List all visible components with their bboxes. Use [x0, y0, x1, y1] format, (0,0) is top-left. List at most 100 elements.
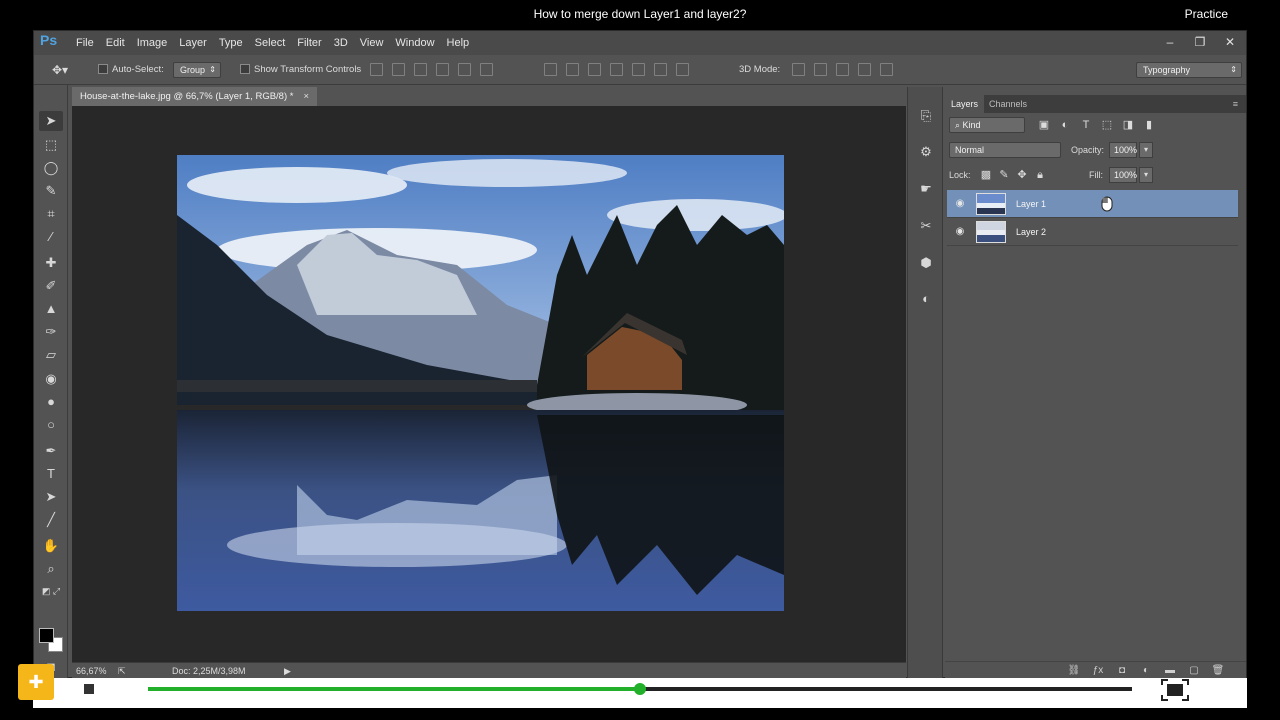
- opacity-input[interactable]: 100%: [1109, 142, 1137, 158]
- lock-transparent-icon[interactable]: ▩: [979, 168, 993, 182]
- type-tool-icon[interactable]: T: [39, 464, 63, 484]
- distribute-hcenter-icon[interactable]: [632, 63, 645, 76]
- close-tab-icon[interactable]: ×: [303, 91, 309, 102]
- restore-button[interactable]: ❐: [1192, 31, 1208, 55]
- status-menu-arrow-icon[interactable]: ▶: [284, 663, 291, 679]
- stop-icon[interactable]: [84, 684, 94, 694]
- blur-tool-icon[interactable]: ●: [39, 392, 63, 412]
- show-transform-checkbox[interactable]: Show Transform Controls: [240, 55, 361, 85]
- layer-style-fx-icon[interactable]: ƒx: [1091, 664, 1105, 678]
- scale-3d-icon[interactable]: [880, 63, 893, 76]
- distribute-left-icon[interactable]: [610, 63, 623, 76]
- new-group-icon[interactable]: ▬: [1163, 664, 1177, 678]
- slide-3d-icon[interactable]: [858, 63, 871, 76]
- filter-shape-icon[interactable]: ⬚: [1100, 118, 1114, 132]
- distribute-top-icon[interactable]: [544, 63, 557, 76]
- properties-panel-icon[interactable]: ⚙: [917, 143, 935, 161]
- rotate-3d-icon[interactable]: [792, 63, 805, 76]
- foreground-color-swatch[interactable]: [39, 628, 54, 643]
- menu-edit[interactable]: Edit: [106, 31, 133, 55]
- layer-name[interactable]: Layer 2: [1016, 218, 1046, 246]
- move-tool-preset-icon[interactable]: ✥▾: [52, 55, 68, 85]
- distribute-right-icon[interactable]: [654, 63, 667, 76]
- align-right-icon[interactable]: [480, 63, 493, 76]
- layer-row-layer-2[interactable]: ◉ Layer 2: [947, 218, 1238, 246]
- minimize-button[interactable]: –: [1162, 31, 1178, 55]
- layer-row-layer-1[interactable]: ◉ Layer 1: [947, 190, 1238, 218]
- tab-channels[interactable]: Channels: [983, 95, 1033, 113]
- align-bottom-icon[interactable]: [414, 63, 427, 76]
- hint-button[interactable]: ✚: [18, 664, 54, 700]
- pen-tool-icon[interactable]: ✒: [39, 441, 63, 461]
- visibility-eye-icon[interactable]: ◉: [953, 225, 967, 239]
- align-top-icon[interactable]: [370, 63, 383, 76]
- document-tab[interactable]: House-at-the-lake.jpg @ 66,7% (Layer 1, …: [72, 87, 318, 106]
- roll-3d-icon[interactable]: [814, 63, 827, 76]
- lock-all-icon[interactable]: 🔒︎: [1033, 168, 1047, 182]
- add-mask-icon[interactable]: ◘: [1115, 664, 1129, 678]
- quick-select-tool-icon[interactable]: ✎: [39, 181, 63, 201]
- fullscreen-icon[interactable]: [1160, 678, 1190, 702]
- menu-image[interactable]: Image: [137, 31, 176, 55]
- tool-presets-panel-icon[interactable]: ✂: [917, 217, 935, 235]
- tab-layers[interactable]: Layers: [945, 95, 985, 113]
- export-icon[interactable]: ⇱: [118, 663, 126, 679]
- fill-chevron-icon[interactable]: ▾: [1139, 167, 1153, 183]
- lock-position-icon[interactable]: ✥: [1015, 168, 1029, 182]
- eraser-tool-icon[interactable]: ▱: [39, 345, 63, 365]
- menu-layer[interactable]: Layer: [179, 31, 215, 55]
- path-select-tool-icon[interactable]: ➤: [39, 487, 63, 507]
- distribute-vcenter-icon[interactable]: [566, 63, 579, 76]
- menu-help[interactable]: Help: [447, 31, 478, 55]
- move-tool-icon[interactable]: ➤: [39, 111, 63, 131]
- filter-adjustment-icon[interactable]: ◐: [1058, 118, 1072, 132]
- marquee-tool-icon[interactable]: ⬚: [39, 135, 63, 155]
- link-layers-icon[interactable]: ⛓: [1067, 664, 1081, 678]
- crop-tool-icon[interactable]: ⌗: [39, 204, 63, 224]
- eyedropper-tool-icon[interactable]: ⁄: [39, 227, 63, 247]
- filter-smart-object-icon[interactable]: ◨: [1121, 118, 1135, 132]
- menu-3d[interactable]: 3D: [334, 31, 356, 55]
- workspace-dropdown[interactable]: Typography ⇕: [1136, 62, 1242, 78]
- panel-menu-icon[interactable]: ≡: [1227, 95, 1244, 113]
- paint-bucket-tool-icon[interactable]: ◉: [39, 369, 63, 389]
- progress-handle[interactable]: [634, 683, 646, 695]
- history-panel-icon[interactable]: ⎘: [917, 107, 935, 125]
- new-adjustment-icon[interactable]: ◐: [1139, 664, 1153, 678]
- menu-filter[interactable]: Filter: [297, 31, 329, 55]
- dodge-tool-icon[interactable]: ○: [39, 415, 63, 435]
- lasso-tool-icon[interactable]: ◯: [39, 158, 63, 178]
- blend-mode-dropdown[interactable]: Normal: [949, 142, 1061, 158]
- canvas-area[interactable]: [72, 106, 906, 662]
- new-layer-icon[interactable]: ▢: [1187, 664, 1201, 678]
- filter-toggle-icon[interactable]: ▮: [1142, 118, 1156, 132]
- layer-name[interactable]: Layer 1: [1016, 190, 1046, 218]
- menu-window[interactable]: Window: [395, 31, 442, 55]
- zoom-level[interactable]: 66,67%: [76, 663, 107, 679]
- brush-tool-icon[interactable]: ✐: [39, 276, 63, 296]
- opacity-chevron-icon[interactable]: ▾: [1139, 142, 1153, 158]
- hand-tool-icon[interactable]: ✋: [39, 536, 63, 556]
- line-tool-icon[interactable]: ╱: [39, 510, 63, 530]
- close-button[interactable]: ✕: [1222, 31, 1238, 55]
- filter-type-icon[interactable]: T: [1079, 118, 1093, 132]
- history-brush-tool-icon[interactable]: ✑: [39, 322, 63, 342]
- delete-layer-icon[interactable]: 🗑︎: [1211, 664, 1225, 678]
- auto-select-dropdown[interactable]: Group ⇕: [173, 62, 221, 78]
- pan-3d-icon[interactable]: [836, 63, 849, 76]
- swap-colors-icon[interactable]: ◩ ⤢: [39, 581, 63, 601]
- visibility-eye-icon[interactable]: ◉: [953, 197, 967, 211]
- fill-input[interactable]: 100%: [1109, 167, 1137, 183]
- zoom-tool-icon[interactable]: ⌕: [39, 559, 63, 579]
- filter-pixel-icon[interactable]: ▣: [1037, 118, 1051, 132]
- filter-kind-dropdown[interactable]: ⌕ Kind: [949, 117, 1025, 133]
- lock-pixels-icon[interactable]: ✎: [997, 168, 1011, 182]
- distribute-bottom-icon[interactable]: [588, 63, 601, 76]
- align-vcenter-icon[interactable]: [392, 63, 405, 76]
- menu-type[interactable]: Type: [219, 31, 251, 55]
- adjustments-panel-icon[interactable]: ◐: [917, 290, 935, 308]
- 3d-panel-icon[interactable]: ⬢: [917, 254, 935, 272]
- progress-track[interactable]: [148, 683, 1132, 695]
- align-left-icon[interactable]: [436, 63, 449, 76]
- healing-brush-tool-icon[interactable]: ✚: [39, 253, 63, 273]
